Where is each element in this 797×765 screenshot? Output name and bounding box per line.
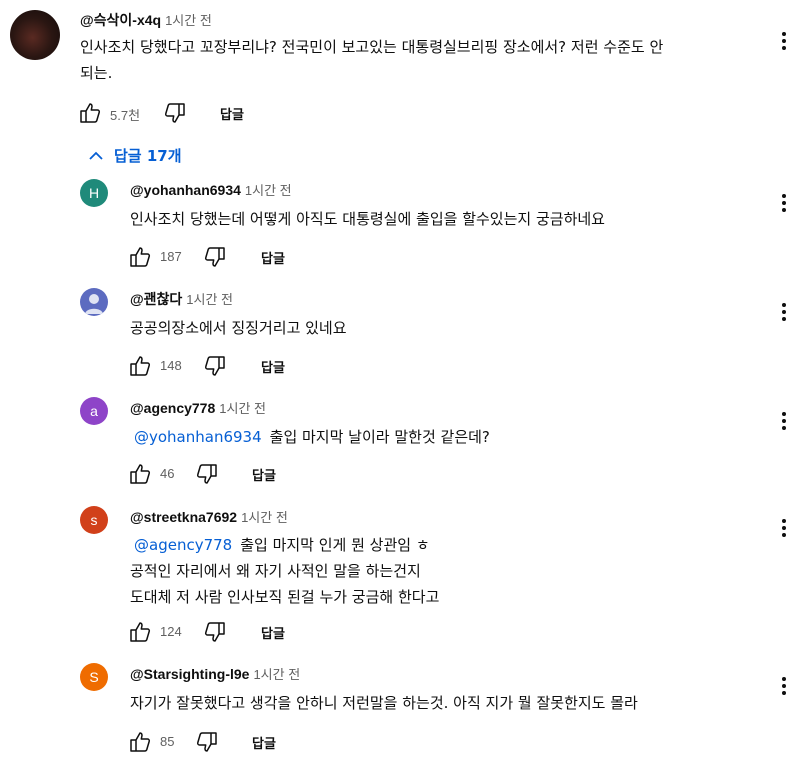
reply-button[interactable]: 답글 [261, 623, 285, 642]
reply-button[interactable]: 답글 [252, 465, 276, 484]
reply-text-line: @yohanhan6934 출입 마지막 날이라 말한것 같은데? [134, 424, 754, 450]
thumbs-up-icon [130, 732, 151, 752]
more-options-icon[interactable] [782, 32, 786, 53]
replies-toggle-button[interactable]: 답글 17개 [88, 145, 182, 166]
dislike-button[interactable] [203, 245, 227, 269]
thumbs-up-icon [130, 247, 151, 267]
reply-text: @agency778 출입 마지막 인게 뭔 상관임 ㅎ 공적인 자리에서 왜 자… [130, 532, 750, 610]
like-button[interactable] [128, 462, 152, 486]
like-button[interactable] [78, 101, 102, 125]
more-options-icon[interactable] [782, 303, 786, 324]
reply-time[interactable]: 1시간 전 [241, 510, 288, 525]
reply-text-line: 공공의장소에서 징징거리고 있네요 [130, 319, 347, 337]
comment-text: 인사조치 당했다고 꼬장부리냐? 전국민이 보고있는 대통령실브리핑 장소에서?… [80, 34, 760, 86]
reply-text-line: 도대체 저 사람 인사보직 된걸 누가 궁금해 한다고 [130, 588, 440, 606]
thumbs-down-icon [196, 464, 217, 484]
like-count: 124 [160, 624, 182, 639]
avatar-letter: s [90, 512, 98, 528]
reply-author[interactable]: @Starsighting-l9e [130, 666, 249, 682]
reply-time[interactable]: 1시간 전 [186, 292, 233, 307]
avatar-letter: S [89, 669, 99, 685]
dislike-button[interactable] [203, 620, 227, 644]
reply-text-line: 인사조치 당했는데 어떻게 아직도 대통령실에 출입을 할수있는지 궁금하네요 [130, 210, 605, 228]
reply-text-content: 출입 마지막 날이라 말한것 같은데? [269, 428, 490, 446]
like-count: 148 [160, 358, 182, 373]
reply-time[interactable]: 1시간 전 [245, 183, 292, 198]
more-options-icon[interactable] [782, 412, 786, 433]
reply-author[interactable]: @괜찮다 [130, 291, 182, 307]
like-button[interactable] [128, 620, 152, 644]
reply-button[interactable]: 답글 [261, 357, 285, 376]
more-options-icon[interactable] [782, 194, 786, 215]
default-avatar-icon [85, 294, 103, 314]
reply-author[interactable]: @agency778 [130, 400, 215, 416]
more-options-icon[interactable] [782, 677, 786, 698]
reply-author-line: @agency778 1시간 전 [130, 398, 266, 417]
reply-author-line: @streetkna7692 1시간 전 [130, 507, 288, 526]
thumbs-up-icon [130, 622, 151, 642]
avatar[interactable]: a [80, 397, 108, 425]
reply-text: 자기가 잘못했다고 생각을 안하니 저런말을 하는것. 아직 지가 뭘 잘못한지… [130, 690, 750, 716]
thumbs-down-icon [204, 622, 225, 642]
thumbs-up-icon [130, 356, 151, 376]
reply-text: @yohanhan6934 출입 마지막 날이라 말한것 같은데? [134, 424, 754, 450]
mention-link[interactable]: @yohanhan6934 [134, 428, 262, 446]
like-button[interactable] [128, 730, 152, 754]
dislike-button[interactable] [195, 462, 219, 486]
comment-text-line: 되는. [80, 64, 113, 82]
thumbs-down-icon [164, 103, 185, 123]
thumbs-down-icon [196, 732, 217, 752]
reply-button[interactable]: 답글 [261, 248, 285, 267]
replies-toggle-label: 답글 17개 [114, 147, 182, 165]
dislike-button[interactable] [195, 730, 219, 754]
avatar[interactable] [80, 288, 108, 316]
mention-link[interactable]: @agency778 [134, 536, 232, 554]
reply-author-line: @Starsighting-l9e 1시간 전 [130, 664, 300, 683]
avatar[interactable]: s [80, 506, 108, 534]
thumbs-down-icon [204, 247, 225, 267]
comment-time[interactable]: 1시간 전 [165, 13, 212, 28]
avatar-letter: a [90, 403, 98, 419]
avatar-letter: H [88, 185, 100, 201]
dislike-button[interactable] [203, 354, 227, 378]
like-count: 5.7천 [110, 108, 141, 123]
comment-text-line: 인사조치 당했다고 꼬장부리냐? 전국민이 보고있는 대통령실브리핑 장소에서?… [80, 38, 664, 56]
reply-button[interactable]: 답글 [220, 104, 244, 123]
like-button[interactable] [128, 245, 152, 269]
thumbs-up-icon [80, 103, 101, 123]
reply-button[interactable]: 답글 [252, 733, 276, 752]
reply-text-line: @agency778 출입 마지막 인게 뭔 상관임 ㅎ [130, 532, 750, 558]
dislike-button[interactable] [163, 101, 187, 125]
thumbs-down-icon [204, 356, 225, 376]
chevron-up-icon [89, 151, 103, 160]
reply-author-line: @yohanhan6934 1시간 전 [130, 180, 292, 199]
reply-text-line: 공적인 자리에서 왜 자기 사적인 말을 하는건지 [130, 562, 421, 580]
thumbs-up-icon [130, 464, 151, 484]
avatar[interactable] [10, 10, 60, 60]
like-count: 85 [160, 734, 175, 749]
reply-text-line: 자기가 잘못했다고 생각을 안하니 저런말을 하는것. 아직 지가 뭘 잘못한지… [130, 694, 638, 712]
reply-time[interactable]: 1시간 전 [253, 667, 300, 682]
more-options-icon[interactable] [782, 519, 786, 540]
reply-author-line: @괜찮다 1시간 전 [130, 289, 233, 309]
reply-text-content: 출입 마지막 인게 뭔 상관임 ㅎ [240, 536, 430, 554]
reply-text: 공공의장소에서 징징거리고 있네요 [130, 315, 750, 341]
comment-author[interactable]: @슥삭이-x4q [80, 12, 161, 28]
like-count: 187 [160, 249, 182, 264]
reply-text: 인사조치 당했는데 어떻게 아직도 대통령실에 출입을 할수있는지 궁금하네요 [130, 206, 750, 232]
reply-author[interactable]: @streetkna7692 [130, 509, 237, 525]
reply-time[interactable]: 1시간 전 [219, 401, 266, 416]
like-count: 46 [160, 466, 175, 481]
avatar[interactable]: H [80, 179, 108, 207]
reply-author[interactable]: @yohanhan6934 [130, 182, 241, 198]
comment-author-line: @슥삭이-x4q 1시간 전 [80, 10, 212, 30]
like-button[interactable] [128, 354, 152, 378]
avatar[interactable]: S [80, 663, 108, 691]
